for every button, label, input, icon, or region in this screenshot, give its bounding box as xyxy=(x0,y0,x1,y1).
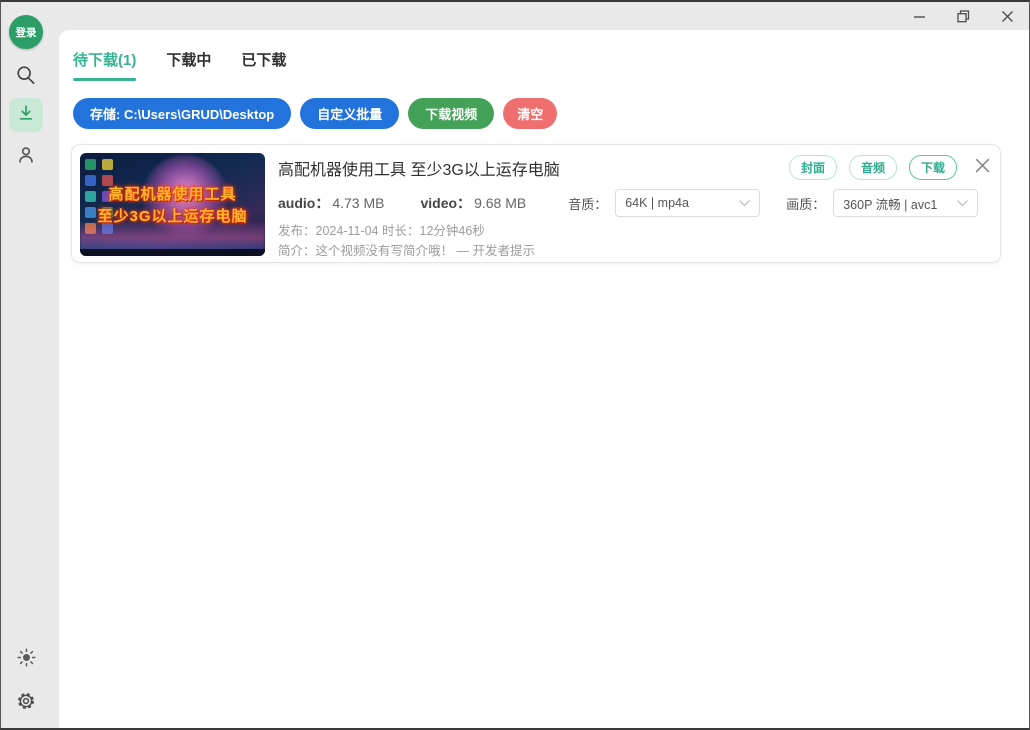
specs-row: audio： 4.73 MB video： 9.68 MB 音质： 64K | … xyxy=(278,189,979,217)
restore-button[interactable] xyxy=(941,2,985,30)
tab-downloaded-label: 已下载 xyxy=(241,52,287,69)
settings-button[interactable] xyxy=(1,690,51,717)
audio-quality-value: 64K | mp4a xyxy=(625,196,689,210)
audio-size-label: audio： xyxy=(278,195,330,211)
video-card: 高配机器使用工具 至少3G以上运存电脑 高配机器使用工具 至少3G以上运存电脑 … xyxy=(71,144,1001,263)
download-video-button[interactable]: 下载视频 xyxy=(408,98,495,129)
chevron-down-icon xyxy=(739,194,750,212)
chevron-down-icon xyxy=(957,194,968,212)
window-controls xyxy=(897,2,1029,30)
video-thumbnail[interactable]: 高配机器使用工具 至少3G以上运存电脑 xyxy=(80,153,265,256)
sidebar-item-user[interactable] xyxy=(1,144,51,171)
search-icon xyxy=(15,64,37,91)
sidebar: 登录 xyxy=(1,2,59,728)
card-actions: 封面 音频 下载 xyxy=(788,155,992,180)
theme-toggle-button[interactable] xyxy=(1,647,51,673)
storage-path-button[interactable]: 存储: C:\Users\GRUD\Desktop xyxy=(73,98,292,129)
tab-downloading-label: 下载中 xyxy=(166,52,212,69)
thumbnail-text-line1: 高配机器使用工具 xyxy=(108,186,237,203)
video-card-details: 高配机器使用工具 至少3G以上运存电脑 封面 音频 下载 audio： 4.73… xyxy=(278,153,992,258)
video-size-label: video： xyxy=(420,195,472,211)
restore-icon xyxy=(956,9,970,23)
audio-button[interactable]: 音频 xyxy=(848,155,897,180)
download-icon xyxy=(16,103,36,128)
title-bar xyxy=(1,2,1029,30)
app-window: 登录 待下载(1) 下载中 已下载 存储: C:\Users\GRUD\Desk… xyxy=(0,0,1030,730)
main-panel: 待下载(1) 下载中 已下载 存储: C:\Users\GRUD\Desktop… xyxy=(59,30,1029,728)
user-icon xyxy=(15,144,37,171)
login-avatar[interactable]: 登录 xyxy=(9,15,43,49)
toolbar: 存储: C:\Users\GRUD\Desktop 自定义批量 下载视频 清空 xyxy=(73,98,558,129)
video-title: 高配机器使用工具 至少3G以上运存电脑 xyxy=(278,161,560,179)
search-button[interactable] xyxy=(1,64,51,91)
tab-downloading[interactable]: 下载中 xyxy=(166,49,211,81)
minimize-icon xyxy=(913,10,926,23)
tab-pending[interactable]: 待下载(1) xyxy=(73,49,137,81)
remove-card-button[interactable] xyxy=(975,158,990,178)
close-icon xyxy=(1001,10,1014,23)
audio-quality-select[interactable]: 64K | mp4a xyxy=(615,189,761,217)
tab-downloaded[interactable]: 已下载 xyxy=(241,49,286,81)
close-window-button[interactable] xyxy=(985,2,1029,30)
download-item-button[interactable]: 下载 xyxy=(908,155,957,180)
thumbnail-reflection-decoration xyxy=(80,222,265,250)
audio-size-value: 4.73 MB xyxy=(332,195,385,211)
login-label: 登录 xyxy=(15,26,37,39)
sidebar-item-downloads[interactable] xyxy=(9,98,43,132)
video-quality-value: 360P 流畅 | avc1 xyxy=(843,197,938,212)
video-quality-select[interactable]: 360P 流畅 | avc1 xyxy=(833,189,979,217)
audio-quality-label: 音质： xyxy=(568,196,608,212)
tab-pending-label: 待下载(1) xyxy=(73,52,137,69)
gear-icon xyxy=(15,690,37,717)
custom-batch-button[interactable]: 自定义批量 xyxy=(300,98,400,129)
tab-bar: 待下载(1) 下载中 已下载 xyxy=(73,49,286,81)
publish-info: 发布：2024-11-04 时长：12分钟46秒 xyxy=(278,224,485,238)
clear-button[interactable]: 清空 xyxy=(503,98,558,129)
cover-button[interactable]: 封面 xyxy=(788,155,837,180)
video-quality-label: 画质： xyxy=(786,196,826,212)
close-icon xyxy=(975,158,990,178)
brightness-icon xyxy=(16,647,37,673)
minimize-button[interactable] xyxy=(897,2,941,30)
thumbnail-taskbar-decoration xyxy=(80,249,265,256)
description-info: 简介：这个视频没有写简介哦！ — 开发者提示 xyxy=(278,244,535,258)
video-size-value: 9.68 MB xyxy=(474,195,527,211)
